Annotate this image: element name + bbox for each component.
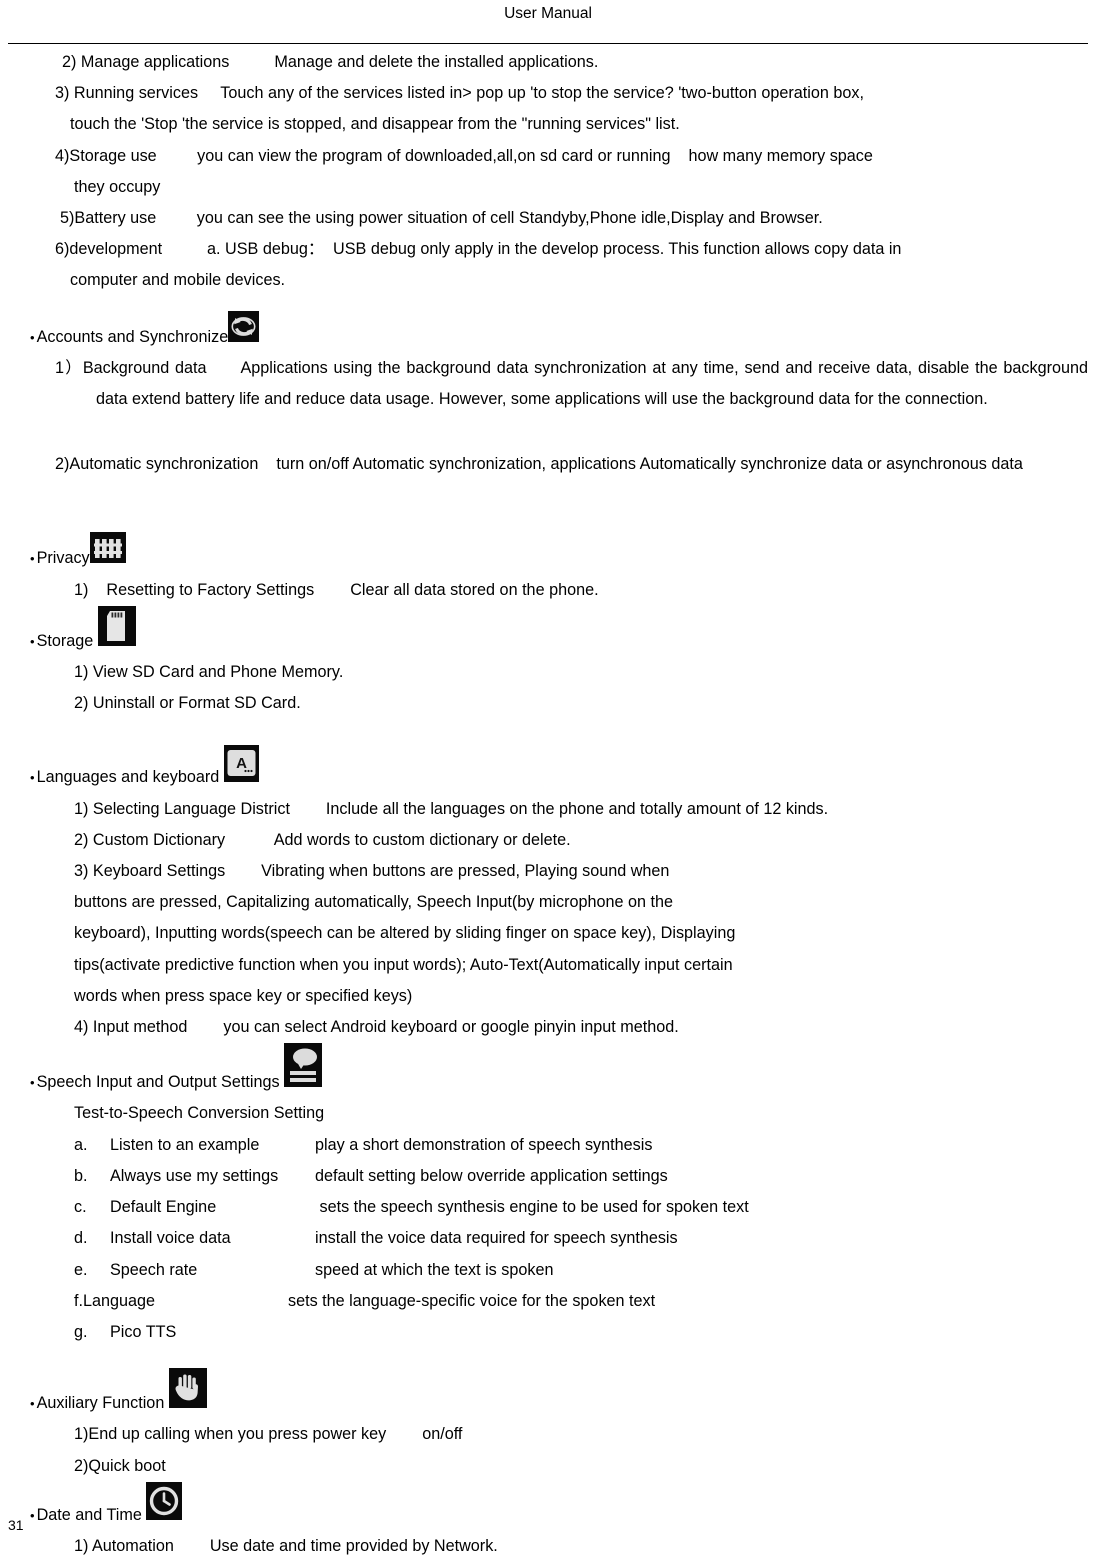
list-desc-a: play a short demonstration of speech syn… [315,1135,653,1154]
speech-bubble-icon [284,1043,323,1098]
list-desc-c: sets the speech synthesis engine to be u… [315,1198,749,1217]
list-marker-c: c. [74,1198,87,1217]
list-name-b: Always use my settings [110,1166,279,1185]
list-item-install-voice-data: d. Install voice data install the voice da… [0,1223,1096,1254]
keyboard-a-icon: A [223,745,259,793]
bullet-marker: • [30,1507,35,1523]
section-label-storage: Storage [36,631,98,650]
list-text-background-data: Background data Applications using the b… [82,358,1093,409]
list-name-e: Speech rate [110,1260,198,1279]
list-name-c: Default Engine [110,1198,217,1217]
list-name-g: Pico TTS [110,1322,177,1341]
section-storage: • Storage [0,605,1096,657]
list-item-automation: 1) Automation Use date and time provided… [74,1536,498,1555]
fence-icon [89,532,126,574]
list-item-default-engine: c. Default Engine sets the speech synthes… [0,1192,1096,1223]
hand-icon [168,1368,207,1419]
list-item-keyboard-settings-cont-1: buttons are pressed, Capitalizing automa… [74,893,673,912]
section-date-and-time: • Date and Time [0,1481,1096,1531]
list-item-input-method: 4) Input method you can select Android k… [74,1018,679,1037]
list-name-a: Listen to an example [110,1135,260,1154]
list-item-view-sd-card: 1) View SD Card and Phone Memory. [74,663,344,682]
list-marker-e: e. [74,1260,88,1279]
list-item-end-up-calling: 1)End up calling when you press power ke… [74,1425,463,1444]
list-marker-b: b. [74,1166,88,1185]
section-label-datetime: Date and Time [36,1505,147,1524]
paragraph-development-cont: computer and mobile devices. [70,271,286,290]
bullet-marker: • [30,770,35,786]
section-label-accounts: Accounts and Synchronize [36,327,229,346]
paragraph-storage-use-cont: they occupy [74,177,161,196]
svg-text:A: A [236,755,247,772]
subtitle-test-to-speech: Test-to-Speech Conversion Setting [74,1104,325,1123]
clock-icon [146,1481,183,1531]
paragraph-running-services-cont: touch the 'Stop 'the service is stopped,… [70,115,680,134]
page-number: 31 [8,1517,24,1533]
sync-icon [228,310,260,353]
paragraph-storage-use: 4)Storage use you can view the program o… [55,146,873,165]
paragraph-manage-applications: 2) Manage applications Manage and delete… [62,53,599,71]
list-item-speech-rate: e. Speech rate speed at which the text is … [0,1255,1096,1286]
list-item-pico-tts: g. Pico TTS [0,1317,1096,1348]
list-item-always-use-my-settings: b. Always use my settings default setting … [0,1161,1096,1192]
list-marker-d: d. [74,1229,88,1248]
section-speech-input-output: • Speech Input and Output Settings [0,1043,1096,1098]
section-label-auxiliary: Auxiliary Function [36,1394,169,1413]
list-item-resetting-factory: 1) Resetting to Factory Settings Clear a… [74,580,599,599]
paragraph-running-services: 3) Running services Touch any of the ser… [55,84,864,103]
bullet-marker: • [30,1396,35,1412]
paragraph-automatic-synchronization: 2)Automatic synchronization turn on/off … [55,455,1023,474]
list-marker-g: g. [74,1322,88,1341]
paragraph-development: 6)development a. USB debug： USB debug on… [55,240,902,259]
section-label-languages: Languages and keyboard [36,768,224,787]
list-item-keyboard-settings-cont-4: words when press space key or specified … [74,986,413,1005]
list-item-keyboard-settings-cont-2: keyboard), Inputting words(speech can be… [74,924,736,943]
list-desc-b: default setting below override applicati… [315,1166,668,1185]
bullet-marker: • [30,329,35,345]
list-desc-d: install the voice data required for spee… [315,1229,678,1248]
paragraph-battery-use: 5)Battery use you can see the using powe… [60,209,823,228]
paragraph-background-data: 1）Background data Applications using the… [0,353,1096,415]
list-item-keyboard-settings: 3) Keyboard Settings Vibrating when butt… [74,862,670,881]
sd-card-icon [97,605,136,657]
list-item-uninstall-format-sd: 2) Uninstall or Format SD Card. [74,694,301,713]
list-marker-a: a. [74,1135,88,1154]
list-item-quick-boot: 2)Quick boot [74,1456,166,1475]
section-label-privacy: Privacy [36,549,90,568]
section-label-speech: Speech Input and Output Settings [36,1073,285,1092]
section-auxiliary-function: • Auxiliary Function [0,1368,1096,1419]
list-item-keyboard-settings-cont-3: tips(activate predictive function when y… [74,955,733,974]
document-page: User Manual 2) Manage applications Manag… [0,0,1096,1555]
list-desc-f: sets the language-specific voice for the… [288,1291,656,1310]
document-content: 2) Manage applications Manage and delete… [0,47,1096,1562]
list-item-custom-dictionary: 2) Custom Dictionary Add words to custom… [74,830,571,849]
list-desc-e: speed at which the text is spoken [315,1260,554,1279]
list-name-d: Install voice data [110,1229,231,1248]
bullet-marker: • [30,1075,35,1091]
list-name-f: Language [83,1291,156,1310]
list-marker-background-data: 1） [55,358,83,377]
list-marker-f: f. [74,1291,83,1310]
header-divider [8,43,1088,44]
list-item-language: f.Language sets the language-specific voi… [0,1286,1096,1317]
section-accounts-and-synchronize: • Accounts and Synchronize [0,310,1096,353]
bullet-marker: • [30,551,35,567]
section-languages-and-keyboard: • Languages and keyboard A [0,745,1096,793]
list-item-selecting-language: 1) Selecting Language District Include a… [74,799,829,818]
header-title: User Manual [504,5,592,22]
page-header: User Manual [0,0,1096,44]
section-privacy: • Privacy [0,532,1096,574]
list-item-listen-example: a. Listen to an example play a short demon… [0,1130,1096,1161]
bullet-marker: • [30,633,35,649]
